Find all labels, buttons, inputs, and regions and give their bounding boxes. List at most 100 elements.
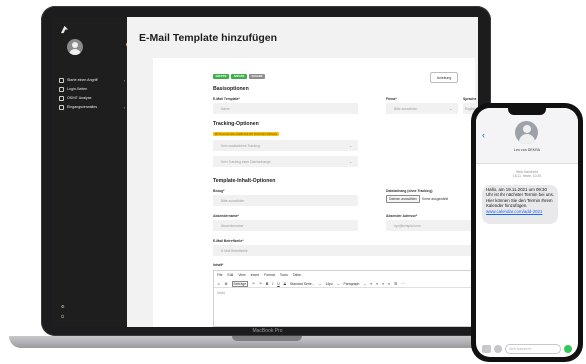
message-meta-line2: 18.11. heute, 10:25: [512, 174, 542, 179]
badge-gruppe[interactable]: GRUPPE: [213, 74, 229, 79]
menu-edit[interactable]: Edit: [227, 273, 233, 277]
avatar[interactable]: [67, 39, 83, 55]
italic-button[interactable]: I: [272, 282, 273, 286]
chevron-down-icon: ⌄: [336, 282, 340, 286]
sidebar-item-starte-angriff[interactable]: Starte einen Angriff ›: [59, 76, 125, 84]
editor-body[interactable]: Inhalt: [217, 291, 225, 295]
chevron-right-icon: ›: [123, 77, 125, 83]
message-header: ‹ Leo von DEKRA: [476, 108, 578, 164]
size-select[interactable]: 14px: [325, 282, 332, 286]
menu-file[interactable]: File: [217, 273, 222, 277]
email-template-input[interactable]: Name: [213, 103, 358, 114]
menu-insert[interactable]: Insert: [251, 273, 259, 277]
menu-format[interactable]: Format: [264, 273, 275, 277]
bezug-label: Bezug*: [213, 189, 225, 193]
laptop-notch: [232, 336, 302, 341]
message-text: Hallo, am 19.11.2021 um 09:30 Uhr ist Ih…: [486, 187, 555, 209]
badge-anpass[interactable]: ANPASS: [231, 74, 247, 79]
bold-button[interactable]: B: [266, 282, 268, 286]
file-upload: Dateien auswählen Keine ausgewählt: [386, 195, 448, 203]
phone-notch: [508, 108, 546, 115]
absenderadresse-input[interactable]: xyz@beispiel.com: [386, 220, 475, 231]
tracking-notice: BITTE EIN E-MAIL-TEMPLATE MIT TRACKING W…: [213, 132, 279, 136]
badge-schabe[interactable]: SCHABE: [249, 74, 265, 79]
inbox-icon: [59, 104, 64, 110]
betreff-input[interactable]: E-Mail Betreffzeile: [213, 245, 475, 256]
undo-icon[interactable]: ↶: [252, 282, 255, 286]
align-justify-icon[interactable]: ≡: [388, 282, 390, 286]
font-select[interactable]: Standart Serie...: [290, 282, 315, 286]
message-bubble: Hallo, am 19.11.2021 um 09:30 Uhr ist Ih…: [482, 185, 558, 224]
anleitung-button[interactable]: Anleitung: [430, 72, 458, 83]
message-link[interactable]: www.calendar.com/add-2021: [486, 209, 542, 214]
align-center-icon[interactable]: ≡: [376, 282, 378, 286]
menu-tools[interactable]: Tools: [280, 273, 288, 277]
betreff-label: E-Mail Betreffzeile*: [213, 239, 244, 243]
strikethrough-button[interactable]: S: [284, 282, 286, 286]
absendername-input[interactable]: Absendername: [213, 220, 358, 231]
phone-screen: ‹ Leo von DEKRA Web-Nachricht 18.11. heu…: [476, 108, 578, 357]
align-right-icon[interactable]: ≡: [382, 282, 384, 286]
file-status: Keine ausgewählt: [422, 197, 449, 201]
align-left-icon[interactable]: ≡: [370, 282, 372, 286]
menu-table[interactable]: Table: [293, 273, 301, 277]
settings-icon[interactable]: ⚙: [61, 304, 65, 309]
section-template-inhalt: Template-Inhalt-Optionen: [213, 178, 276, 184]
dateianhang-label: Dateianhang (ohne Tracking): [386, 189, 433, 193]
sidebar: Starte einen Angriff › Login-Seiten OSIN…: [52, 17, 131, 327]
contact-avatar[interactable]: [515, 121, 538, 144]
logo-icon: [60, 25, 69, 34]
sidebar-item-eingangsverwaltes[interactable]: Eingangsverwaltes ›: [59, 103, 125, 111]
menu-view[interactable]: View: [238, 273, 245, 277]
sidebar-item-login-seiten[interactable]: Login-Seiten: [59, 85, 125, 93]
list-icon[interactable]: ☰: [394, 282, 397, 286]
appstore-icon[interactable]: [494, 344, 502, 353]
firma-select[interactable]: Bitte auswählen ⌄: [386, 103, 458, 114]
settings-icon[interactable]: ⚙: [224, 282, 227, 286]
sidebar-item-label: Login-Seiten: [67, 87, 88, 91]
chevron-right-icon: ›: [123, 104, 125, 110]
main-content: E-Mail Template hinzufügen GRUPPE ANPASS…: [127, 17, 478, 327]
sprache-label: Sprache: [463, 97, 477, 101]
absenderadresse-label: Absender Adresse*: [386, 214, 418, 218]
message-input-bar: Web-Nachricht: [476, 340, 578, 357]
editor-menubar: File Edit View Insert Format Tools Table: [217, 273, 301, 277]
inhalt-label: Inhalt*: [213, 263, 224, 267]
page-title: E-Mail Template hinzufügen: [139, 32, 278, 44]
section-tracking: Tracking-Optionen: [213, 121, 259, 127]
chevron-down-icon: ⌄: [318, 282, 322, 286]
chevron-down-icon: ⌄: [363, 282, 367, 286]
chevron-down-icon: ⌄: [349, 143, 352, 148]
editor-divider: [214, 287, 475, 288]
contact-name[interactable]: Leo von DEKRA: [476, 148, 578, 152]
firma-value: Bitte auswählen: [394, 106, 418, 111]
form-card: GRUPPE ANPASS SCHABE Anleitung Basisopti…: [153, 58, 477, 327]
laptop-model-label: MacBook Pro: [252, 328, 283, 334]
laptop-screen: Starte einen Angriff › Login-Seiten OSIN…: [52, 17, 478, 327]
section-basisoptionen: Basisoptionen: [213, 86, 249, 92]
sidebar-item-label: OSINT Analyse: [67, 96, 92, 100]
send-icon[interactable]: [564, 344, 572, 353]
camera-icon[interactable]: [482, 344, 491, 353]
logout-icon[interactable]: ⏻: [61, 314, 64, 319]
back-chevron-icon[interactable]: ‹: [482, 130, 485, 140]
sidebar-item-osint-analyse[interactable]: OSINT Analyse: [59, 94, 125, 102]
emoji-icon[interactable]: ☺: [217, 282, 220, 286]
tracking-select-2-value: Kein Tracking einer Dateianhangs: [221, 159, 271, 164]
absendername-label: Absendername*: [213, 214, 239, 218]
analysis-icon: [59, 95, 64, 101]
underline-button[interactable]: U: [277, 282, 279, 286]
sidebar-item-label: Starte einen Angriff: [67, 78, 98, 82]
message-input[interactable]: Web-Nachricht: [505, 343, 561, 354]
tracking-select-1[interactable]: Kein zusätzliches Tracking ⌄: [213, 140, 358, 151]
more-icon[interactable]: ⋯: [401, 282, 404, 286]
file-choose-button[interactable]: Dateien auswählen: [386, 195, 421, 203]
chevron-down-icon: ⌄: [449, 106, 452, 111]
tracking-select-2[interactable]: Kein Tracking einer Dateianhangs ⌄: [213, 156, 358, 167]
bezug-select[interactable]: Bitte auswählen: [213, 195, 358, 206]
email-template-label: E-Mail Template*: [213, 97, 240, 101]
firma-label: Firma*: [386, 97, 397, 101]
redo-icon[interactable]: ↷: [259, 282, 262, 286]
tracking-select-1-value: Kein zusätzliches Tracking: [221, 143, 260, 148]
block-select[interactable]: Paragraph: [344, 282, 360, 286]
